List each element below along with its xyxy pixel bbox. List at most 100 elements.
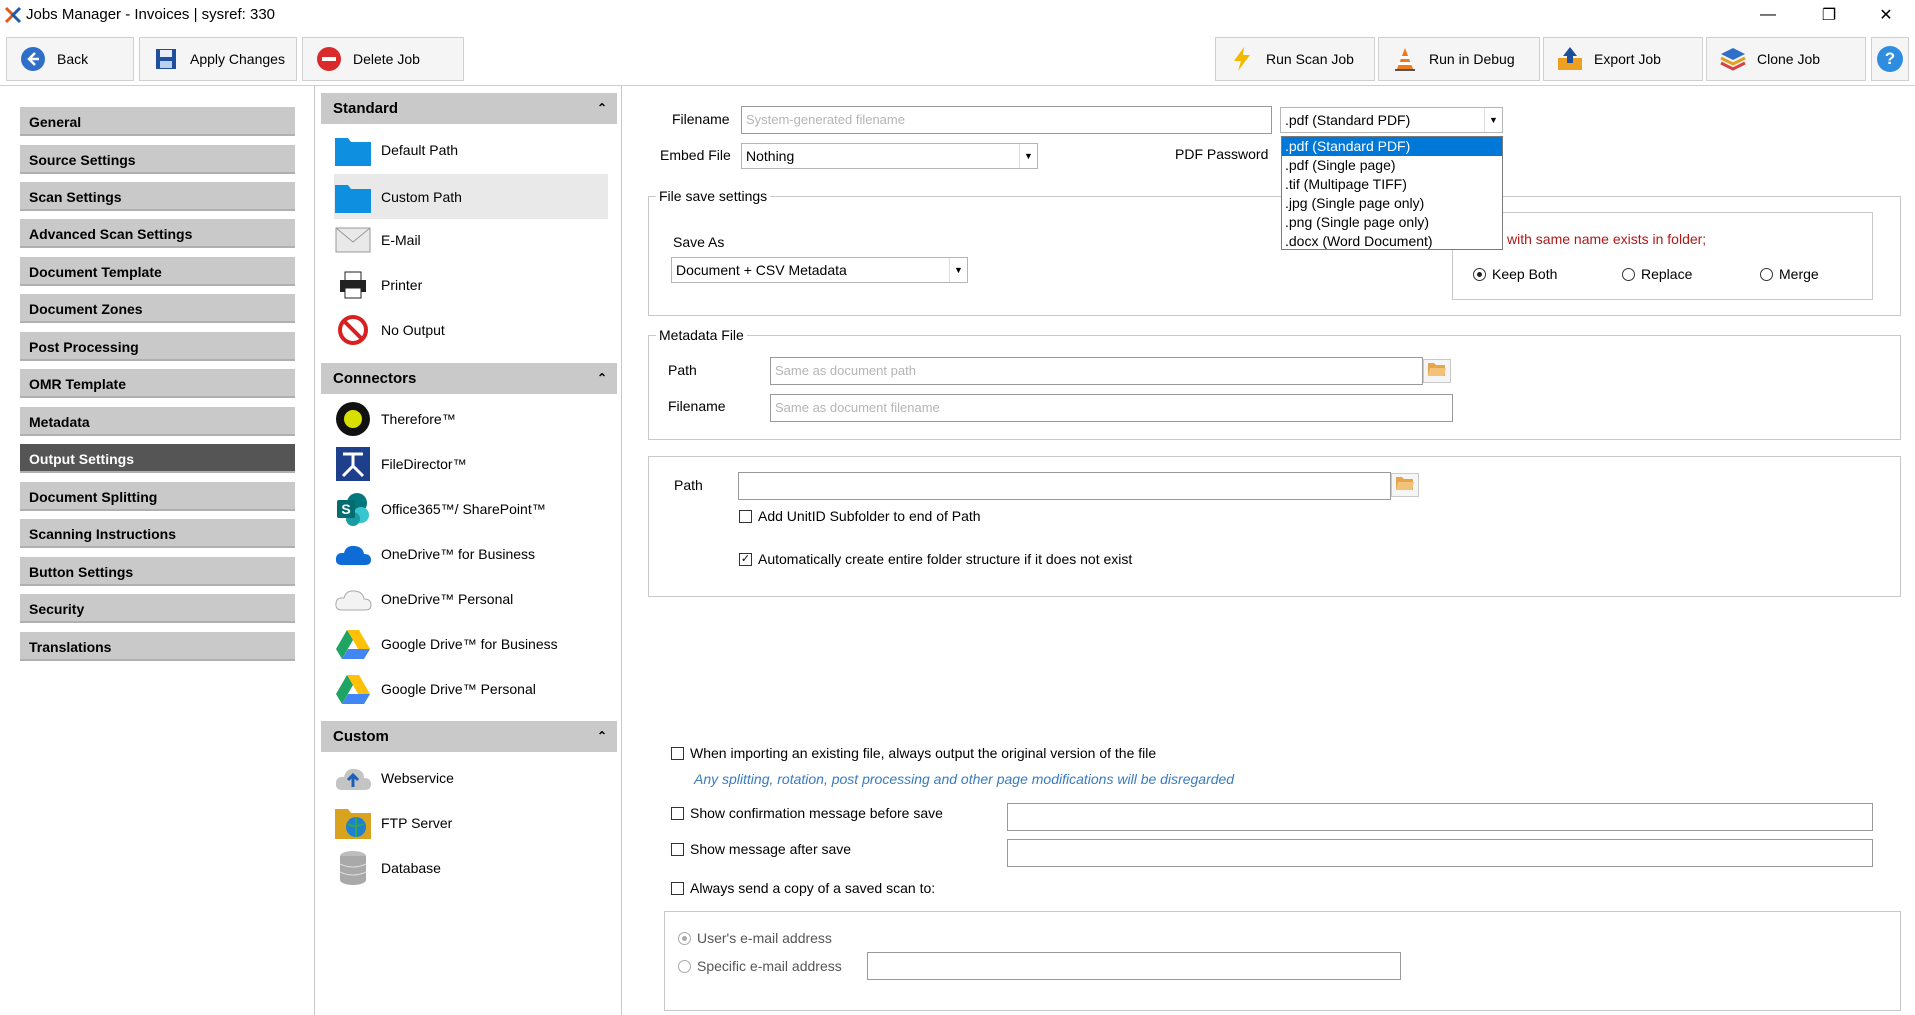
format-option-standard-pdf[interactable]: .pdf (Standard PDF) <box>1282 137 1502 156</box>
confirm-before-save-checkbox[interactable] <box>671 807 684 820</box>
filename-input[interactable]: System-generated filename <box>741 106 1272 134</box>
auto-create-folder-checkbox[interactable]: ✓ <box>739 553 752 566</box>
lightning-icon <box>1228 45 1256 73</box>
output-no-output[interactable]: No Output <box>334 309 608 351</box>
nav-general[interactable]: General <box>20 107 295 136</box>
folder-icon <box>334 131 372 169</box>
import-original-note: Any splitting, rotation, post processing… <box>694 771 1235 787</box>
custom-ftp-server-label: FTP Server <box>381 815 453 831</box>
delete-job-label: Delete Job <box>353 51 420 67</box>
nav-document-zones[interactable]: Document Zones <box>20 294 295 323</box>
nav-source-settings[interactable]: Source Settings <box>20 145 295 174</box>
connector-gdrive-business[interactable]: Google Drive™ for Business <box>334 623 608 665</box>
output-printer[interactable]: Printer <box>334 264 608 306</box>
nav-button-settings[interactable]: Button Settings <box>20 557 295 586</box>
nav-post-processing[interactable]: Post Processing <box>20 332 295 361</box>
nav-advanced-scan-settings[interactable]: Advanced Scan Settings <box>20 219 295 248</box>
apply-changes-button[interactable]: Apply Changes <box>139 37 297 81</box>
google-drive-icon <box>334 670 372 708</box>
nav-omr-template[interactable]: OMR Template <box>20 369 295 398</box>
import-original-checkbox[interactable] <box>671 747 684 760</box>
metadata-path-input[interactable]: Same as document path <box>770 357 1423 385</box>
replace-label: Replace <box>1641 266 1693 282</box>
prohibited-icon <box>334 311 372 349</box>
metadata-filename-input[interactable]: Same as document filename <box>770 394 1453 422</box>
connector-onedrive-personal[interactable]: OneDrive™ Personal <box>334 578 608 620</box>
user-email-label: User's e-mail address <box>697 930 832 946</box>
traffic-cone-icon <box>1391 45 1419 73</box>
embed-file-select[interactable]: Nothing ▼ <box>741 143 1038 169</box>
custom-webservice[interactable]: Webservice <box>334 757 608 799</box>
message-after-save-checkbox[interactable] <box>671 843 684 856</box>
nav-scan-settings[interactable]: Scan Settings <box>20 182 295 211</box>
specific-email-input[interactable] <box>867 952 1401 980</box>
custom-database[interactable]: Database <box>334 847 608 889</box>
custom-webservice-label: Webservice <box>381 770 454 786</box>
nav-metadata[interactable]: Metadata <box>20 407 295 436</box>
custom-ftp-server[interactable]: FTP Server <box>334 802 608 844</box>
connector-gdrive-personal[interactable]: Google Drive™ Personal <box>334 668 608 710</box>
confirm-message-input[interactable] <box>1007 803 1873 831</box>
run-in-debug-button[interactable]: Run in Debug <box>1378 37 1540 81</box>
help-button[interactable]: ? <box>1871 37 1909 81</box>
collapse-chevron-icon: ⌃ <box>596 371 607 385</box>
path-label: Path <box>674 477 703 493</box>
save-as-select[interactable]: Document + CSV Metadata ▼ <box>671 257 968 283</box>
output-email[interactable]: E-Mail <box>334 219 608 261</box>
keep-both-radio[interactable] <box>1473 268 1486 281</box>
file-exists-group <box>1452 212 1873 300</box>
custom-database-label: Database <box>381 860 441 876</box>
format-option-multipage-tiff[interactable]: .tif (Multipage TIFF) <box>1282 175 1502 194</box>
connector-therefore[interactable]: Therefore™ <box>334 398 608 440</box>
close-button[interactable]: ✕ <box>1863 0 1909 30</box>
user-email-radio[interactable] <box>678 932 691 945</box>
settings-nav: General Source Settings Scan Settings Ad… <box>0 86 315 1015</box>
nav-scanning-instructions[interactable]: Scanning Instructions <box>20 519 295 548</box>
minimize-button[interactable]: — <box>1745 0 1791 30</box>
delete-job-button[interactable]: Delete Job <box>302 37 464 81</box>
run-scan-job-button[interactable]: Run Scan Job <box>1215 37 1375 81</box>
file-exists-text: with same name exists in folder; <box>1507 231 1707 247</box>
therefore-icon <box>334 400 372 438</box>
save-as-label: Save As <box>673 234 725 250</box>
metadata-file-group <box>648 335 1901 440</box>
merge-radio[interactable] <box>1760 268 1773 281</box>
add-unitid-checkbox[interactable] <box>739 510 752 523</box>
file-format-select[interactable]: .pdf (Standard PDF) ▼ <box>1280 107 1503 133</box>
output-default-path[interactable]: Default Path <box>334 129 608 171</box>
output-printer-label: Printer <box>381 277 423 293</box>
export-job-label: Export Job <box>1594 51 1661 67</box>
path-input[interactable] <box>738 472 1391 500</box>
metadata-browse-button[interactable] <box>1423 359 1451 383</box>
back-button[interactable]: Back <box>6 37 134 81</box>
format-option-png[interactable]: .png (Single page only) <box>1282 213 1502 232</box>
output-custom-path[interactable]: Custom Path <box>334 174 608 219</box>
format-option-jpg[interactable]: .jpg (Single page only) <box>1282 194 1502 213</box>
connector-sharepoint[interactable]: S Office365™/ SharePoint™ <box>334 488 608 530</box>
file-save-settings-title: File save settings <box>656 188 771 204</box>
section-standard-header[interactable]: Standard ⌃ <box>321 93 617 124</box>
restore-button[interactable]: ❐ <box>1806 0 1852 30</box>
nav-document-template[interactable]: Document Template <box>20 257 295 286</box>
format-option-docx[interactable]: .docx (Word Document) <box>1282 232 1502 251</box>
clone-job-button[interactable]: Clone Job <box>1706 37 1866 81</box>
section-connectors-header[interactable]: Connectors ⌃ <box>321 363 617 394</box>
send-copy-label: Always send a copy of a saved scan to: <box>690 880 936 896</box>
after-save-message-input[interactable] <box>1007 839 1873 867</box>
svg-text:S: S <box>341 501 350 517</box>
send-copy-checkbox[interactable] <box>671 882 684 895</box>
nav-translations[interactable]: Translations <box>20 632 295 661</box>
replace-radio[interactable] <box>1622 268 1635 281</box>
specific-email-radio[interactable] <box>678 960 691 973</box>
connector-onedrive-business[interactable]: OneDrive™ for Business <box>334 533 608 575</box>
export-job-button[interactable]: Export Job <box>1543 37 1703 81</box>
format-option-single-page-pdf[interactable]: .pdf (Single page) <box>1282 156 1502 175</box>
connector-filedirector[interactable]: FileDirector™ <box>334 443 608 485</box>
nav-security[interactable]: Security <box>20 594 295 623</box>
path-browse-button[interactable] <box>1391 473 1419 497</box>
auto-create-folder-label: Automatically create entire folder struc… <box>758 551 1133 567</box>
sharepoint-icon: S <box>334 490 372 528</box>
nav-document-splitting[interactable]: Document Splitting <box>20 482 295 511</box>
nav-output-settings[interactable]: Output Settings <box>20 444 295 473</box>
section-custom-header[interactable]: Custom ⌃ <box>321 721 617 752</box>
